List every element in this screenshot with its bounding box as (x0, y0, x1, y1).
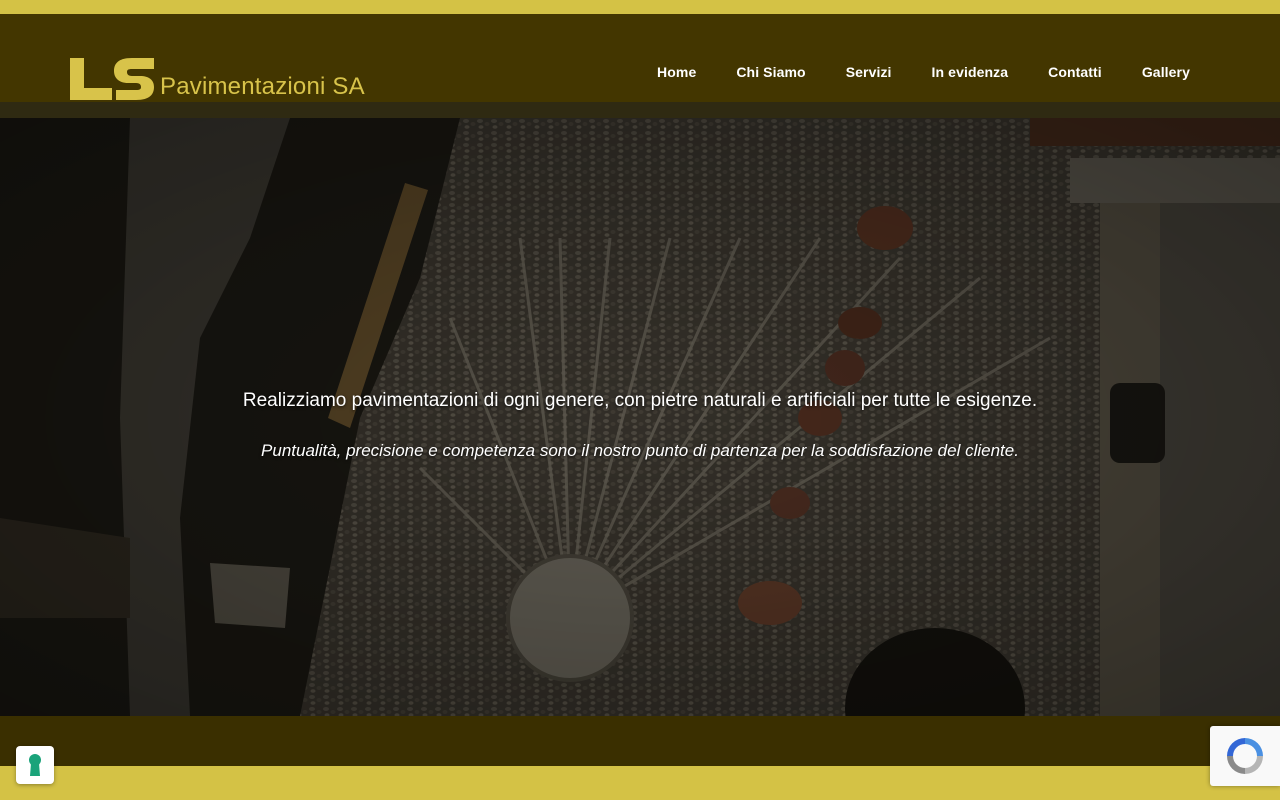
nav-contatti[interactable]: Contatti (1048, 64, 1102, 80)
brand-name: Pavimentazioni SA (160, 73, 365, 100)
nav-in-evidenza[interactable]: In evidenza (932, 64, 1009, 80)
recaptcha-icon (1227, 738, 1263, 774)
hero-subline: Puntualità, precisione e competenza sono… (261, 441, 1019, 460)
keyhole-icon (29, 754, 41, 776)
hero-overlay (0, 118, 1280, 716)
nav-chi-siamo[interactable]: Chi Siamo (736, 64, 805, 80)
site-header: Pavimentazioni SA Home Chi Siamo Servizi… (0, 14, 1280, 102)
hero-section: Realizziamo pavimentazioni di ogni gener… (0, 118, 1280, 716)
recaptcha-badge[interactable] (1210, 726, 1280, 786)
hero-headline: Realizziamo pavimentazioni di ogni gener… (242, 390, 1038, 411)
header-shadow-band (0, 102, 1280, 118)
site-logo[interactable]: Pavimentazioni SA (70, 44, 365, 100)
top-accent-strip (0, 0, 1280, 14)
bottom-accent-strip (0, 766, 1280, 800)
nav-home[interactable]: Home (657, 64, 696, 80)
footer-band (0, 716, 1280, 766)
nav-gallery[interactable]: Gallery (1142, 64, 1190, 80)
nav-servizi[interactable]: Servizi (846, 64, 892, 80)
ls-logo-mark-icon (70, 58, 154, 100)
privacy-settings-button[interactable] (16, 746, 54, 784)
